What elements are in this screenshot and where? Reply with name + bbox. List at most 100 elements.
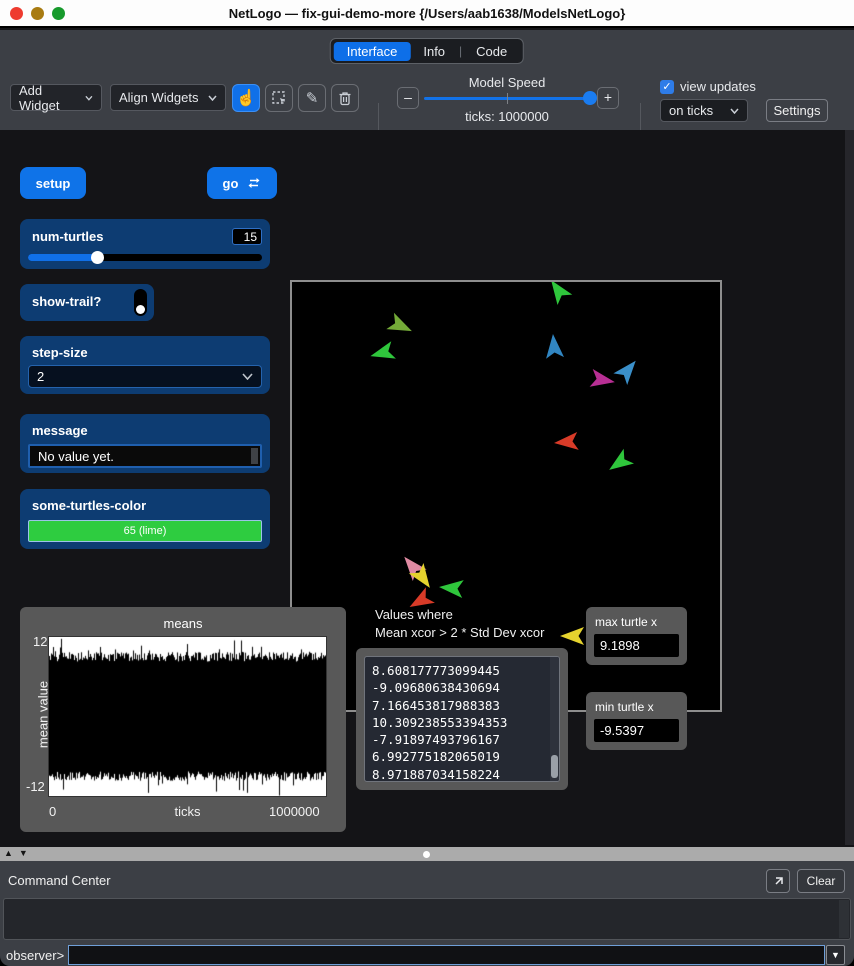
window-title: NetLogo — fix-gui-demo-more {/Users/aab1… — [0, 6, 854, 21]
command-output-scrollbar[interactable] — [839, 900, 849, 938]
pencil-icon: ✎ — [306, 89, 319, 107]
hand-tool-button[interactable]: ☝ — [232, 84, 260, 112]
splitter-handle[interactable] — [423, 851, 430, 858]
popout-button[interactable] — [766, 869, 790, 893]
speed-slider-center-tick — [507, 93, 508, 104]
marquee-select-icon — [271, 90, 287, 106]
output-scrollbar-thumb[interactable] — [551, 755, 558, 778]
tab-bar: Interface Info | Code — [330, 38, 524, 64]
speed-minus-button[interactable]: – — [397, 87, 419, 109]
toggle-knob — [136, 305, 145, 314]
command-output[interactable] — [3, 898, 851, 940]
show-trail-label: show-trail? — [32, 294, 101, 309]
command-center-title: Command Center — [8, 873, 111, 888]
delete-widget-button[interactable] — [331, 84, 359, 112]
turtle — [544, 282, 573, 305]
message-input-widget: message No value yet. — [20, 414, 270, 473]
message-input[interactable]: No value yet. — [28, 444, 262, 468]
interface-canvas: setup go num-turtles 15 show-trail? — [0, 130, 854, 845]
turtle — [590, 369, 617, 391]
monitor-label: max turtle x — [595, 615, 657, 629]
forever-loop-icon — [247, 177, 261, 189]
setup-button[interactable]: setup — [20, 167, 86, 199]
min-turtle-x-monitor: min turtle x -9.5397 — [586, 692, 687, 750]
traffic-light-minimize[interactable] — [31, 7, 44, 20]
popout-icon — [772, 875, 785, 888]
turtle — [438, 578, 463, 598]
go-button[interactable]: go — [207, 167, 277, 199]
align-widgets-dropdown[interactable]: Align Widgets — [110, 84, 226, 111]
tab-info[interactable]: Info — [410, 42, 458, 61]
command-center: Command Center Clear observer> ▼ — [0, 861, 854, 966]
num-turtles-value: 15 — [232, 228, 262, 245]
clear-button[interactable]: Clear — [797, 869, 845, 893]
plot-area — [48, 636, 327, 797]
note-line-2: Mean xcor > 2 * Std Dev xcor — [375, 625, 544, 640]
turtle — [368, 341, 396, 365]
speed-plus-button[interactable]: + — [597, 87, 619, 109]
history-dropdown-button[interactable]: ▼ — [826, 945, 845, 965]
speed-slider-handle[interactable] — [583, 91, 597, 105]
turtle — [604, 449, 634, 478]
update-mode-dropdown[interactable]: on ticks — [660, 99, 748, 122]
traffic-light-close[interactable] — [10, 7, 23, 20]
num-turtles-label: num-turtles — [32, 229, 104, 244]
turtle — [613, 355, 642, 385]
collapse-down-icon[interactable]: ▼ — [19, 848, 34, 858]
monitor-label: min turtle x — [595, 700, 654, 714]
settings-button[interactable]: Settings — [766, 99, 828, 122]
plot-title: means — [20, 616, 346, 631]
chevron-down-icon — [242, 373, 253, 380]
num-turtles-slider-widget: num-turtles 15 — [20, 219, 270, 269]
output-text: 8.608177773099445 -9.09680638430694 7.16… — [372, 662, 507, 782]
some-turtles-color-button[interactable]: 65 (lime) — [28, 520, 262, 542]
interface-scrollbar[interactable] — [845, 130, 854, 845]
plot-noise-series — [49, 637, 326, 796]
step-size-label: step-size — [32, 345, 88, 360]
hand-icon: ☝ — [236, 88, 256, 108]
trash-icon — [338, 91, 352, 106]
input-caret-strip — [251, 448, 258, 464]
output-box[interactable]: 8.608177773099445 -9.09680638430694 7.16… — [364, 656, 560, 782]
chevron-down-icon — [85, 95, 93, 101]
speed-slider-track[interactable] — [424, 97, 592, 100]
output-widget: 8.608177773099445 -9.09680638430694 7.16… — [356, 648, 568, 790]
chevron-down-icon — [730, 108, 739, 114]
message-label: message — [32, 423, 88, 438]
select-widgets-button[interactable] — [265, 84, 293, 112]
step-size-chooser-widget: step-size 2 — [20, 336, 270, 394]
edit-widget-button[interactable]: ✎ — [298, 84, 326, 112]
y-max-tick: 12 — [33, 634, 47, 649]
monitor-value: -9.5397 — [594, 719, 679, 742]
monitor-value: 9.1898 — [594, 634, 679, 657]
command-input[interactable] — [68, 945, 825, 965]
header: Interface Info | Code Add Widget Align W… — [0, 30, 854, 130]
some-turtles-color-label: some-turtles-color — [32, 498, 146, 513]
max-turtle-x-monitor: max turtle x 9.1898 — [586, 607, 687, 665]
view-updates-checkbox[interactable]: ✓ — [660, 80, 674, 94]
note-line-1: Values where — [375, 607, 453, 622]
turtle — [553, 432, 578, 452]
num-turtles-handle[interactable] — [91, 251, 104, 264]
turtle — [560, 627, 584, 645]
traffic-light-zoom[interactable] — [52, 7, 65, 20]
color-picker-widget: some-turtles-color 65 (lime) — [20, 489, 270, 549]
ticks-counter: ticks: 1000000 — [427, 109, 587, 124]
show-trail-toggle[interactable] — [134, 289, 147, 316]
netlogo-window: NetLogo — fix-gui-demo-more {/Users/aab1… — [0, 0, 854, 966]
turtle — [386, 313, 415, 339]
triangle-down-icon: ▼ — [831, 950, 840, 960]
show-trail-switch-widget: show-trail? — [20, 284, 154, 321]
tab-interface[interactable]: Interface — [334, 42, 411, 61]
turtle — [544, 333, 564, 358]
tab-code[interactable]: Code — [463, 42, 520, 61]
collapse-up-icon[interactable]: ▲ — [4, 848, 19, 858]
step-size-dropdown[interactable]: 2 — [28, 365, 262, 388]
output-scrollbar[interactable] — [550, 657, 559, 781]
y-min-tick: -12 — [26, 779, 45, 794]
num-turtles-fill — [28, 254, 100, 261]
add-widget-dropdown[interactable]: Add Widget — [10, 84, 102, 111]
x-max-tick: 1000000 — [269, 804, 320, 819]
command-center-splitter[interactable]: ▲▼ — [0, 847, 854, 861]
means-plot-widget: means 12 -12 mean value 0 ticks 1000000 — [20, 607, 346, 832]
